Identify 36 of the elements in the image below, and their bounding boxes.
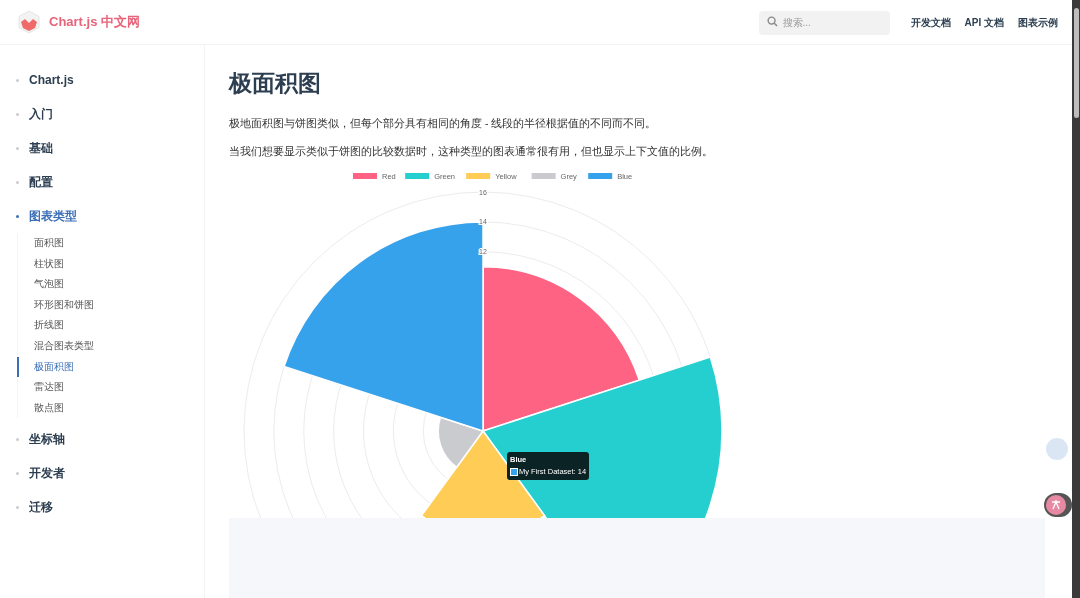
bullet-icon bbox=[16, 78, 19, 82]
bullet-icon bbox=[16, 214, 19, 218]
sidebar-subitem[interactable]: 环形图和饼图 bbox=[18, 294, 204, 316]
sidebar-subitem[interactable]: 散点图 bbox=[18, 397, 204, 419]
page-title: 极面积图 bbox=[229, 69, 322, 97]
sidebar-subitem[interactable]: 极面积图 bbox=[17, 356, 204, 378]
sidebar-item[interactable]: Chart.js bbox=[29, 71, 74, 89]
scrollbar[interactable] bbox=[1072, 0, 1080, 598]
nav-link[interactable]: 开发文档 bbox=[910, 14, 951, 30]
bullet-icon bbox=[16, 146, 19, 150]
logo-icon[interactable] bbox=[17, 10, 41, 34]
bullet-icon bbox=[16, 180, 19, 184]
paragraph: 当我们想要显示类似于饼图的比较数据时，这种类型的图表通常很有用，但也显示上下文值的比例。 bbox=[229, 144, 714, 159]
nav-link[interactable]: 图表示例 bbox=[1018, 14, 1058, 30]
sidebar-item[interactable]: 图表类型 bbox=[29, 207, 77, 225]
bullet-icon bbox=[16, 471, 19, 475]
translate-icon[interactable] bbox=[1044, 493, 1072, 517]
search-field[interactable]: 搜索... bbox=[758, 10, 890, 35]
sidebar-item[interactable]: 基础 bbox=[29, 139, 53, 157]
nav-link[interactable]: API 文档 bbox=[964, 14, 1004, 30]
sidebar-subitem[interactable]: 混合图表类型 bbox=[18, 335, 204, 357]
paragraph: 极地面积图与饼图类似，但每个部分具有相同的角度 - 线段的半径根据值的不同而不同。 bbox=[229, 116, 658, 131]
sidebar-item[interactable]: 迁移 bbox=[29, 498, 53, 517]
sidebar-subitem[interactable]: 雷达图 bbox=[18, 377, 204, 398]
sidebar-subitem[interactable]: 柱状图 bbox=[18, 253, 204, 275]
search-icon bbox=[766, 15, 778, 27]
bullet-icon bbox=[16, 505, 19, 509]
sidebar-subitem[interactable]: 面积图 bbox=[18, 233, 204, 254]
sidebar-item[interactable]: 入门 bbox=[29, 105, 53, 123]
sidebar-item[interactable]: 配置 bbox=[29, 173, 53, 191]
bullet-icon bbox=[16, 437, 19, 441]
sidebar-item[interactable]: 坐标轴 bbox=[29, 430, 65, 449]
sidebar-item[interactable]: 开发者 bbox=[29, 464, 65, 483]
sidebar-subitem[interactable]: 折线图 bbox=[18, 315, 204, 336]
sidebar-subitem[interactable]: 气泡图 bbox=[18, 274, 204, 295]
bullet-icon bbox=[16, 112, 19, 116]
